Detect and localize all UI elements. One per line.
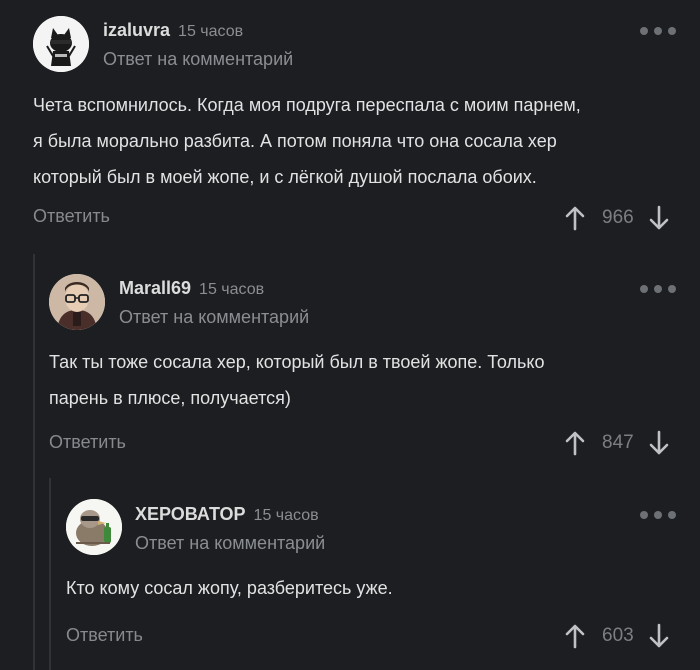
comment-body: Кто кому сосал жопу, разберитесь уже. bbox=[66, 570, 393, 606]
arrow-down-icon[interactable] bbox=[648, 623, 670, 649]
arrow-up-icon[interactable] bbox=[564, 623, 586, 649]
comment-line: Кто кому сосал жопу, разберитесь уже. bbox=[66, 578, 393, 598]
reply-button[interactable]: Ответить bbox=[66, 625, 143, 646]
more-dots-icon[interactable] bbox=[640, 509, 676, 521]
comment-author[interactable]: ХЕРОВАТОР 15 часов bbox=[135, 504, 319, 525]
avatar-bird-image bbox=[66, 499, 122, 555]
comment-time: 15 часов bbox=[253, 507, 319, 524]
author-name[interactable]: ХЕРОВАТОР bbox=[135, 504, 246, 524]
comment-herovator: ХЕРОВАТОР 15 часов Ответ на комментарий К… bbox=[0, 0, 700, 670]
vote-controls: 603 bbox=[564, 621, 670, 651]
avatar[interactable] bbox=[66, 499, 122, 555]
vote-score: 603 bbox=[602, 625, 634, 646]
reply-to-link[interactable]: Ответ на комментарий bbox=[135, 533, 325, 554]
